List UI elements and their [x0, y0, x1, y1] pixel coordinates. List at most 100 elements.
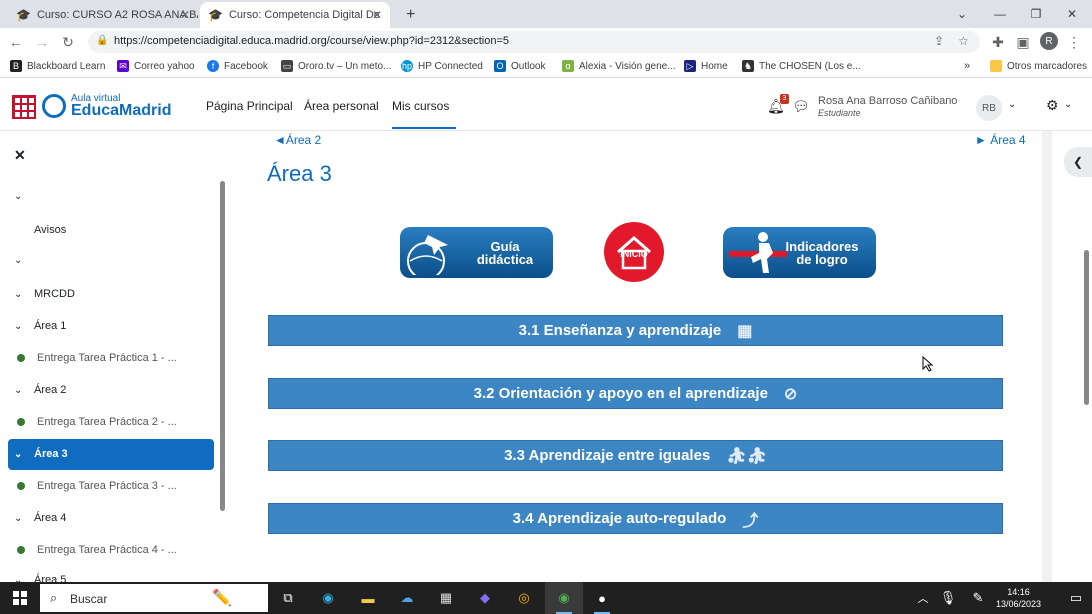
finish-line-runner-icon [729, 232, 787, 273]
chrome-icon[interactable]: ◉ [554, 588, 574, 608]
guia-didactica-button[interactable]: Guía didáctica [400, 227, 553, 278]
topic-3-3-button[interactable]: 3.3 Aprendizaje entre iguales ⛹︎⛹︎ [268, 440, 1003, 471]
bookmark-item[interactable]: f Facebook [207, 60, 268, 72]
course-content: ◄Área 2 ► Área 4 Área 3 Guía didáctica I… [228, 131, 1042, 582]
bookmark-item[interactable]: O Outlook [494, 60, 545, 72]
close-tab-icon[interactable]: ✕ [180, 8, 190, 22]
bookmark-item[interactable]: ▭ Ororo.tv – Un meto... [281, 60, 391, 72]
drawer-activity[interactable]: Entrega Tarea Práctica 3 - ... [14, 480, 177, 492]
bookmark-star-icon[interactable]: ☆ [958, 34, 969, 48]
topic-3-1-button[interactable]: 3.1 Enseñanza y aprendizaje ▦ [268, 315, 1003, 346]
tab-title: Curso: Competencia Digital Doce [228, 9, 379, 21]
message-icon[interactable]: 💬︎ [792, 98, 810, 115]
close-tab-icon[interactable]: ✕ [372, 8, 382, 22]
open-block-drawer-button[interactable]: ❮ [1064, 147, 1092, 177]
browser-toolbar: ← → ↻ 🔒 https://competenciadigital.educa… [0, 28, 1092, 56]
menu-kebab-icon[interactable]: ⋮ [1064, 32, 1084, 52]
browser-tab-bar: 🎓 Curso: CURSO A2 ROSA ANA BA ✕ 🎓 Curso:… [0, 0, 1092, 28]
bookmark-item[interactable]: α Alexia - Visión gene... [562, 60, 676, 72]
bookmark-item[interactable]: ▷ Home [684, 60, 728, 72]
new-tab-icon[interactable]: + [398, 2, 418, 28]
chrome-canary-icon[interactable]: ◎ [514, 588, 534, 608]
pen-icon[interactable]: ✎ [968, 588, 988, 608]
task-view-icon[interactable]: ⧉ [278, 588, 298, 608]
chevron-down-icon: ⌄ [14, 574, 23, 583]
drawer-scrollbar[interactable] [220, 181, 225, 511]
drawer-item-avisos[interactable]: Avisos [34, 224, 66, 236]
search-icon: ⌕ [50, 590, 58, 605]
comunidad-madrid-logo[interactable] [12, 95, 36, 119]
drawer-section-area-3[interactable]: ⌄ Área 3 [14, 448, 68, 460]
inicio-home-button[interactable]: INICIO [604, 222, 664, 282]
page-scrollbar-thumb[interactable] [1084, 250, 1089, 405]
drawer-section-area-1[interactable]: ⌄ Área 1 [14, 320, 66, 332]
back-icon[interactable]: ← [6, 32, 26, 52]
notifications-icon[interactable]: ▭ [1066, 588, 1086, 608]
address-bar[interactable]: 🔒 https://competenciadigital.educa.madri… [88, 31, 980, 53]
drawer-section-toggle[interactable]: ⌄ [14, 191, 34, 202]
store-icon[interactable]: ▦ [436, 588, 456, 608]
forward-icon[interactable]: → [32, 32, 52, 52]
microphone-icon[interactable]: 🎙︎ [938, 588, 958, 608]
topic-label: 3.1 Enseñanza y aprendizaje [518, 322, 722, 339]
weather-app-icon[interactable]: ☁ [397, 588, 417, 608]
tray-chevron-up-icon[interactable]: ︿ [913, 588, 933, 608]
nav-pagina-principal[interactable]: Página Principal [206, 99, 293, 113]
close-drawer-icon[interactable]: ✕ [14, 147, 26, 164]
drawer-section-mrcdd[interactable]: ⌄ MRCDD [14, 288, 75, 300]
chevron-left-icon: ❮ [1072, 155, 1084, 169]
facebook-icon: f [207, 60, 219, 72]
drawer-section-area-4[interactable]: ⌄ Área 4 [14, 512, 66, 524]
browser-tab[interactable]: 🎓 Curso: CURSO A2 ROSA ANA BA ✕ [8, 2, 198, 28]
taskbar-search-box[interactable]: ⌕ Buscar ✏️ [40, 584, 268, 612]
other-bookmarks-folder[interactable]: Otros marcadores [990, 60, 1087, 72]
drawer-activity[interactable]: Entrega Tarea Práctica 2 - ... [14, 416, 177, 428]
obs-icon[interactable]: ● [592, 588, 612, 608]
tv-icon: ▭ [281, 60, 293, 72]
moodle-favicon-icon: 🎓 [16, 8, 31, 22]
bookmark-item[interactable]: hp HP Connected [401, 60, 483, 72]
drawer-section-toggle[interactable]: ⌄ [14, 255, 34, 266]
logo-title[interactable]: EducaMadrid [71, 102, 171, 120]
drawer-activity[interactable]: Entrega Tarea Práctica 1 - ... [14, 352, 177, 364]
settings-gear-icon[interactable]: ⚙ [1046, 97, 1059, 114]
topic-3-4-button[interactable]: 3.4 Aprendizaje auto-regulado ⤴ [268, 503, 1003, 534]
windows-start-icon[interactable] [10, 588, 30, 608]
system-clock[interactable]: 14:16 13/06/2023 [996, 586, 1041, 610]
profile-avatar[interactable]: R [1040, 32, 1058, 50]
prev-section-link[interactable]: ◄Área 2 [274, 133, 321, 147]
page-scrollbar-track[interactable] [1042, 131, 1052, 582]
app-icon[interactable]: ◆ [475, 588, 495, 608]
user-name[interactable]: Rosa Ana Barroso Cañibano [818, 95, 957, 107]
drawer-activity[interactable]: Entrega Tarea Práctica 4 - ... [14, 544, 177, 556]
side-panel-icon[interactable]: ▣ [1013, 32, 1033, 52]
bookmark-item[interactable]: B Blackboard Learn [10, 60, 105, 72]
settings-chevron-icon[interactable]: ⌄ [1064, 99, 1072, 110]
topic-3-2-button[interactable]: 3.2 Orientación y apoyo en el aprendizaj… [268, 378, 1003, 409]
close-window-icon[interactable]: ✕ [1052, 0, 1092, 28]
reload-icon[interactable]: ↻ [58, 32, 78, 52]
restore-icon[interactable]: ❐ [1016, 0, 1056, 28]
taskbar-search-placeholder: Buscar [70, 592, 108, 606]
edge-icon[interactable]: ◉ [318, 588, 338, 608]
drawer-section-area-5[interactable]: ⌄ Área 5 [14, 574, 66, 582]
extensions-icon[interactable]: ✚ [988, 32, 1008, 52]
bookmark-item[interactable]: ♞ The CHOSEN (Los e... [742, 60, 861, 72]
alexia-icon: α [562, 60, 574, 72]
user-avatar[interactable]: RB [976, 95, 1002, 121]
more-bookmarks-icon[interactable]: » [964, 60, 970, 72]
file-explorer-icon[interactable]: ▬ [358, 588, 378, 608]
user-menu-chevron-icon[interactable]: ⌄ [1008, 99, 1016, 110]
bookmark-item[interactable]: ✉ Correo yahoo [117, 60, 195, 72]
nav-mis-cursos[interactable]: Mis cursos [392, 99, 456, 129]
nav-area-personal[interactable]: Área personal [304, 99, 379, 113]
drawer-section-area-2[interactable]: ⌄ Área 2 [14, 384, 66, 396]
indicadores-logro-button[interactable]: Indicadores de logro [723, 227, 876, 278]
browser-tab-active[interactable]: 🎓 Curso: Competencia Digital Doce ✕ [200, 2, 390, 28]
next-section-link[interactable]: ► Área 4 [975, 133, 1026, 147]
share-icon[interactable]: ⇪ [934, 34, 944, 48]
minimize-icon[interactable]: — [980, 0, 1020, 28]
tab-search-chevron-icon[interactable]: ⌄ [942, 0, 982, 28]
stairs-climber-icon: ⤴ [742, 512, 759, 530]
compass-icon: ⊘ [783, 385, 798, 403]
